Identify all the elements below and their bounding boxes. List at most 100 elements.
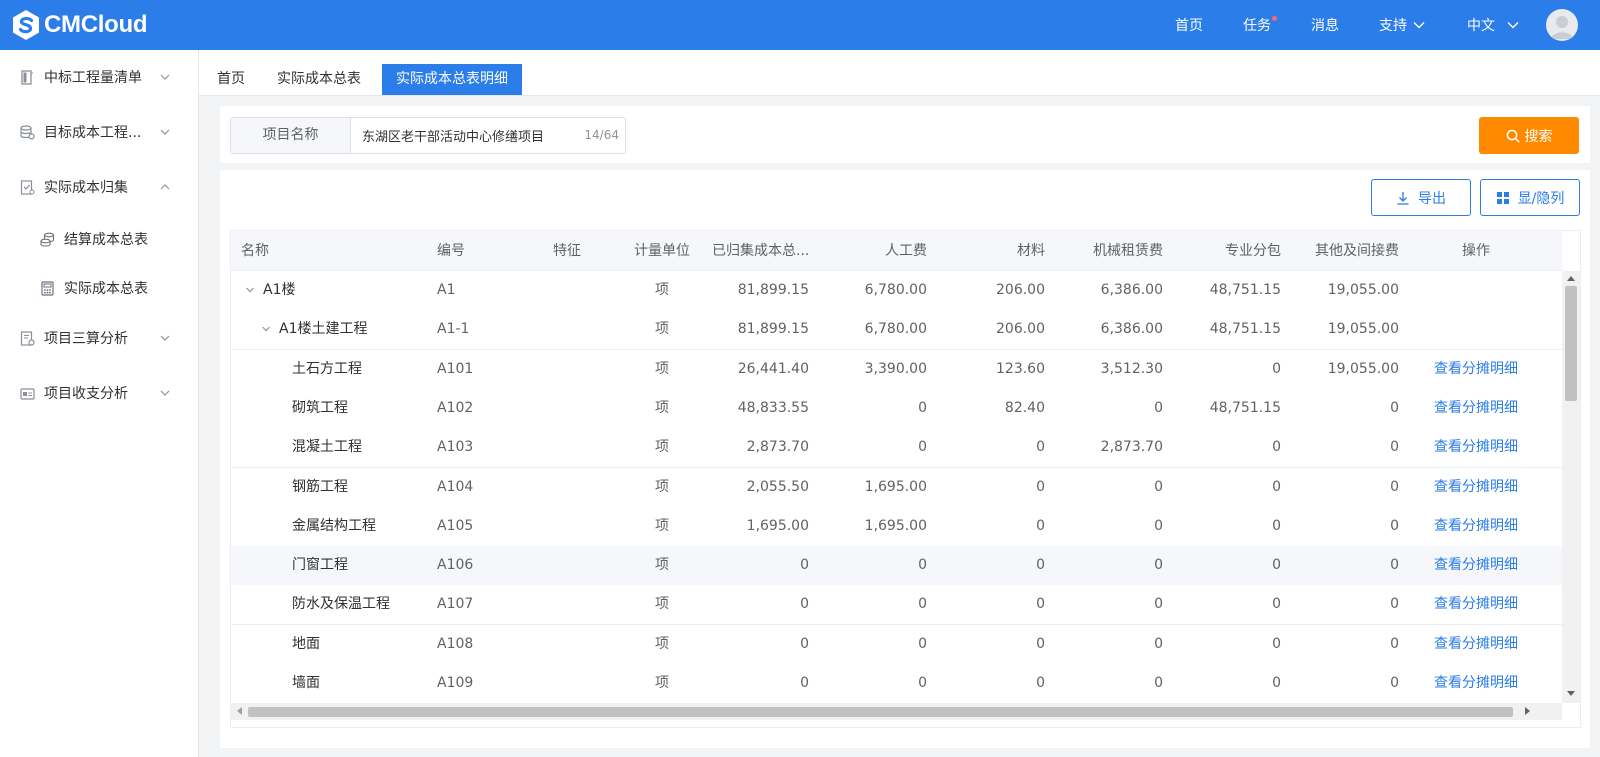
- scroll-down-arrow-icon[interactable]: [1567, 691, 1575, 696]
- cell-subcontract: 0: [1272, 675, 1281, 691]
- view-allocation-detail-link[interactable]: 查看分摊明细: [1421, 389, 1531, 428]
- sidebar-item-target-cost[interactable]: 目标成本工程...: [0, 112, 199, 152]
- cell-material: 0: [1036, 478, 1045, 495]
- export-button[interactable]: 导出: [1371, 179, 1471, 216]
- nav-support-dropdown[interactable]: 支持: [1379, 0, 1425, 50]
- cell-material: 82.40: [1004, 399, 1045, 416]
- column-header-feature: 特征: [553, 243, 581, 259]
- view-allocation-detail-link[interactable]: 查看分摊明细: [1421, 350, 1531, 389]
- tab-actual-cost-summary[interactable]: 实际成本总表: [267, 64, 371, 95]
- table-header: 名称 编号 特征 计量单位 已归集成本总... 人工费 材料 机械租赁费 专业分…: [231, 231, 1562, 271]
- cell-labor: 6,780.00: [864, 321, 927, 338]
- scroll-right-arrow-icon[interactable]: [1525, 707, 1530, 715]
- table-row: 钢筋工程 A104 项 2,055.50 1,695.00 0 0 0 0 查看分摊明细: [231, 467, 1562, 508]
- cell-labor: 0: [918, 399, 927, 416]
- cell-code: A1-1: [437, 321, 470, 338]
- cell-subcontract: 48,751.15: [1209, 399, 1281, 416]
- tab-home[interactable]: 首页: [207, 64, 255, 95]
- cell-other: 0: [1390, 675, 1399, 691]
- scroll-up-arrow-icon[interactable]: [1567, 276, 1575, 281]
- app-logo[interactable]: CMCloud: [10, 9, 148, 41]
- project-name-input[interactable]: [352, 118, 572, 153]
- cell-name: 土石方工程: [292, 360, 362, 377]
- tree-expand-chevron-icon[interactable]: [261, 325, 271, 333]
- nav-messages[interactable]: 消息: [1311, 0, 1339, 50]
- vertical-scroll-thumb[interactable]: [1565, 286, 1577, 401]
- table-row: 墙面 A109 项 0 0 0 0 0 0 查看分摊明细: [231, 664, 1562, 703]
- cell-machine: 3,512.30: [1100, 360, 1163, 377]
- cell-total: 2,055.50: [746, 478, 809, 495]
- toggle-columns-button[interactable]: 显/隐列: [1480, 179, 1580, 216]
- chevron-down-icon: [160, 129, 170, 135]
- scroll-left-arrow-icon[interactable]: [237, 707, 242, 715]
- cell-subcontract: 48,751.15: [1209, 321, 1281, 338]
- cell-unit: 项: [655, 635, 669, 652]
- cell-labor: 0: [918, 596, 927, 613]
- cell-other: 19,055.00: [1327, 282, 1399, 298]
- table-body: A1楼 A1 项 81,899.15 6,780.00 206.00 6,386.00 48,…: [231, 271, 1562, 703]
- cell-labor: 0: [918, 635, 927, 652]
- tree-expand-chevron-icon[interactable]: [245, 286, 255, 294]
- cell-other: 0: [1390, 478, 1399, 495]
- cell-action: [1421, 310, 1531, 349]
- cell-name: 墙面: [292, 675, 320, 691]
- cell-unit: 项: [655, 439, 669, 456]
- cell-other: 0: [1390, 557, 1399, 574]
- view-allocation-detail-link[interactable]: 查看分摊明细: [1421, 585, 1531, 624]
- sidebar-item-label: 中标工程量清单: [44, 70, 142, 86]
- notification-dot: [1272, 16, 1277, 21]
- user-avatar[interactable]: [1546, 9, 1578, 41]
- nav-tasks[interactable]: 任务: [1243, 0, 1277, 50]
- table-row: 混凝土工程 A103 项 2,873.70 0 0 2,873.70 0 0 查看分摊明细: [231, 428, 1562, 469]
- tab-bar: 首页 实际成本总表 实际成本总表明细: [199, 50, 1600, 96]
- view-allocation-detail-link[interactable]: 查看分摊明细: [1421, 428, 1531, 467]
- search-button[interactable]: 搜索: [1479, 117, 1579, 154]
- cell-feature: [537, 507, 597, 546]
- cell-material: 0: [1036, 596, 1045, 613]
- project-name-field: 项目名称 14/64: [230, 117, 626, 154]
- cell-material: 0: [1036, 635, 1045, 652]
- cell-material: 206.00: [996, 321, 1045, 338]
- view-allocation-detail-link[interactable]: 查看分摊明细: [1421, 546, 1531, 585]
- cell-total: 26,441.40: [737, 360, 809, 377]
- view-allocation-detail-link[interactable]: 查看分摊明细: [1421, 664, 1531, 703]
- sidebar-item-settlement-cost-summary[interactable]: 结算成本总表: [0, 219, 199, 259]
- sidebar-item-actual-cost-collection[interactable]: 实际成本归集: [0, 167, 199, 207]
- cell-material: 206.00: [996, 282, 1045, 298]
- cell-code: A107: [437, 596, 474, 613]
- nav-home[interactable]: 首页: [1175, 0, 1203, 50]
- cell-total: 0: [800, 596, 809, 613]
- top-navbar: CMCloud 首页 任务 消息 支持 中文: [0, 0, 1600, 50]
- chevron-down-icon: [1413, 22, 1425, 29]
- view-allocation-detail-link[interactable]: 查看分摊明细: [1421, 468, 1531, 507]
- view-allocation-detail-link[interactable]: 查看分摊明细: [1421, 625, 1531, 664]
- cell-action: [1421, 271, 1531, 310]
- cell-machine: 0: [1154, 675, 1163, 691]
- column-header-code: 编号: [437, 243, 465, 259]
- character-count: 14/64: [584, 128, 619, 142]
- horizontal-scroll-thumb[interactable]: [248, 707, 1513, 717]
- search-panel: 项目名称 14/64 搜索: [220, 106, 1590, 163]
- sidebar-item-bid-quantity-list[interactable]: 中标工程量清单: [0, 57, 199, 97]
- cell-total: 48,833.55: [737, 399, 809, 416]
- cell-material: 0: [1036, 439, 1045, 456]
- cell-unit: 项: [655, 399, 669, 416]
- sidebar-item-project-three-calc[interactable]: 项目三算分析: [0, 318, 199, 358]
- sidebar-item-actual-cost-summary[interactable]: 实际成本总表: [0, 268, 199, 308]
- vertical-scrollbar[interactable]: [1562, 271, 1580, 703]
- cell-machine: 0: [1154, 399, 1163, 416]
- cell-machine: 0: [1154, 478, 1163, 495]
- tab-actual-cost-summary-detail[interactable]: 实际成本总表明细: [382, 64, 522, 95]
- view-allocation-detail-link[interactable]: 查看分摊明细: [1421, 507, 1531, 546]
- table-row: A1楼 A1 项 81,899.15 6,780.00 206.00 6,386.00 48,…: [231, 271, 1562, 311]
- cell-code: A108: [437, 635, 474, 652]
- column-header-name: 名称: [241, 243, 269, 259]
- cell-subcontract: 0: [1272, 360, 1281, 377]
- table-row: A1楼土建工程 A1-1 项 81,899.15 6,780.00 206.00 6,386…: [231, 310, 1562, 351]
- project-name-label: 项目名称: [231, 118, 351, 153]
- column-header-actions: 操作: [1462, 243, 1490, 259]
- horizontal-scrollbar[interactable]: [231, 703, 1562, 720]
- cell-labor: 1,695.00: [864, 517, 927, 534]
- sidebar-item-project-income-expense[interactable]: 项目收支分析: [0, 373, 199, 413]
- nav-language-dropdown[interactable]: 中文: [1467, 0, 1519, 50]
